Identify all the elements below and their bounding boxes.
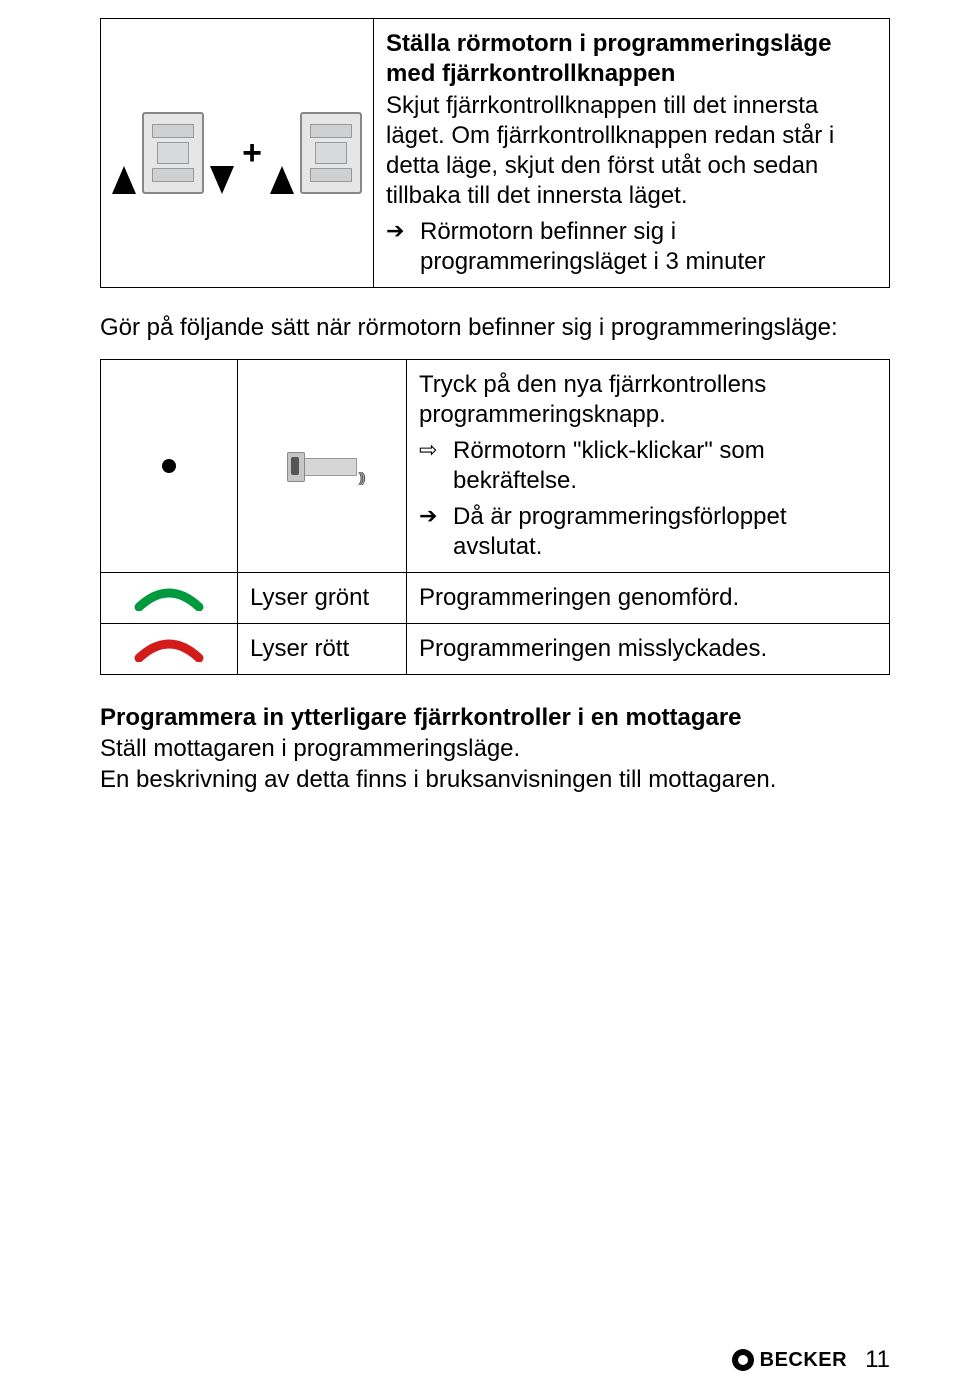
step1-title-line2: med fjärrkontrollknappen	[386, 59, 877, 89]
step-table-1: + Ställa rörmotorn i programmeringsläge …	[100, 18, 890, 288]
remote-programming-button-icon: )))	[246, 448, 398, 484]
section-line1: Ställ mottagaren i programmeringsläge.	[100, 733, 890, 764]
row-red-result: Programmeringen misslyckades.	[407, 624, 890, 675]
brand-logo-icon	[732, 1349, 754, 1371]
arrow-right-icon: ➔	[386, 217, 420, 245]
section-title: Programmera in ytterligare fjärrkontroll…	[100, 703, 890, 733]
step2-arrow-text: Då är programmeringsförloppet avslutat.	[453, 502, 877, 562]
led-green-icon	[134, 585, 204, 611]
intermediate-paragraph: Gör på följande sätt när rörmotorn befin…	[100, 312, 890, 343]
row-green-result: Programmeringen genomförd.	[407, 573, 890, 624]
led-red-icon	[134, 636, 204, 662]
brand-name: BECKER	[760, 1349, 847, 1372]
arrow-hollow-right-icon: ⇨	[419, 436, 453, 464]
black-dot-icon	[162, 459, 176, 473]
step2-body: Tryck på den nya fjärrkontrollens progra…	[419, 370, 877, 430]
step1-text-cell: Ställa rörmotorn i programmeringsläge me…	[374, 19, 890, 288]
page-number: 11	[865, 1346, 890, 1374]
section-line2: En beskrivning av detta finns i bruksanv…	[100, 764, 890, 795]
illustration-cell-led-red	[101, 624, 238, 675]
arrow-right-icon: ➔	[419, 502, 453, 530]
step1-title-line1: Ställa rörmotorn i programmeringsläge	[386, 29, 877, 59]
step2-sub-arrow: Rörmotorn "klick-klickar" som bekräftels…	[453, 436, 877, 496]
illustration-cell-motors: +	[101, 19, 374, 288]
row-green-label: Lyser grönt	[238, 573, 407, 624]
row-red-label: Lyser rött	[238, 624, 407, 675]
step1-body: Skjut fjärrkontrollknappen till det inne…	[386, 91, 877, 211]
illustration-cell-dot	[101, 360, 238, 573]
page-footer: BECKER 11	[0, 1346, 890, 1374]
step2-text-cell: Tryck på den nya fjärrkontrollens progra…	[407, 360, 890, 573]
brand-logo: BECKER	[732, 1349, 847, 1372]
step-table-2: ))) Tryck på den nya fjärrkontrollens pr…	[100, 359, 890, 675]
step1-arrow-text: Rörmotorn befinner sig i programmeringsl…	[420, 217, 877, 277]
illustration-cell-remote: )))	[238, 360, 407, 573]
motor-switch-icon: +	[109, 112, 365, 194]
illustration-cell-led-green	[101, 573, 238, 624]
